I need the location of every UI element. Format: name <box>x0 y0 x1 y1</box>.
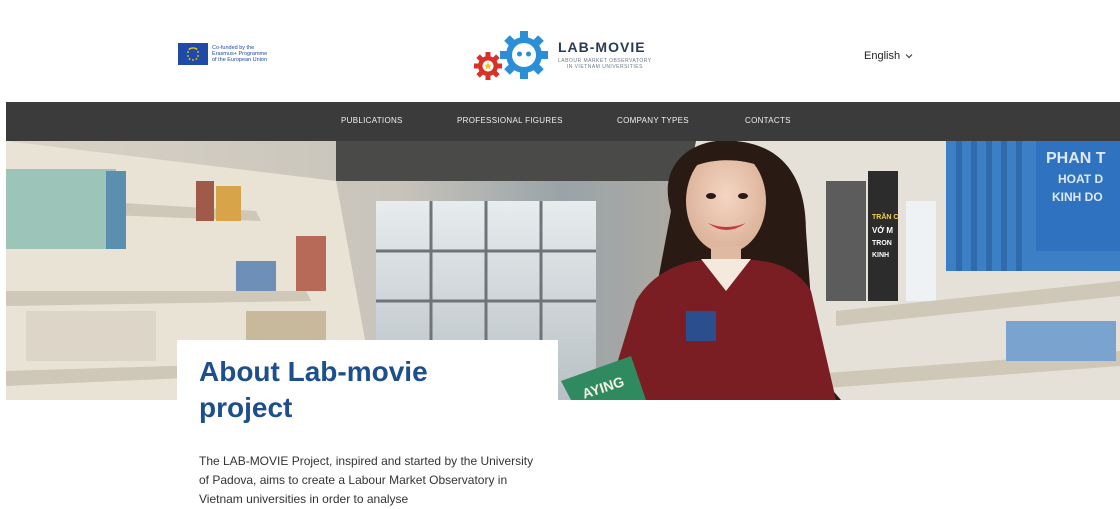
main-navigation: PUBLICATIONS PROFESSIONAL FIGURES COMPAN… <box>6 102 1120 141</box>
svg-text:HOAT D: HOAT D <box>1058 172 1103 186</box>
about-card: About Lab-movie project The LAB-MOVIE Pr… <box>177 340 558 506</box>
nav-item-publications[interactable]: PUBLICATIONS <box>341 116 403 125</box>
hero-image: PHAN T HOAT D KINH DO TRẦN C VỚ M TRON K… <box>6 141 1120 400</box>
book-cover-text: PHAN T <box>1046 150 1106 167</box>
eu-funding-text: Co-funded by the Erasmus+ Programme of t… <box>212 45 267 63</box>
eu-flag-icon <box>178 43 208 65</box>
library-student-photo: PHAN T HOAT D KINH DO TRẦN C VỚ M TRON K… <box>6 141 1120 400</box>
about-title: About Lab-movie project <box>199 356 428 423</box>
lab-movie-logo[interactable]: LAB-MOVIE LABOUR MARKET OBSERVATORY IN V… <box>472 28 652 86</box>
brand-subtitle: LABOUR MARKET OBSERVATORY IN VIETNAM UNI… <box>558 58 652 70</box>
svg-text:KINH: KINH <box>872 252 889 259</box>
nav-item-professional-figures[interactable]: PROFESSIONAL FIGURES <box>457 116 563 125</box>
gears-logo-icon <box>472 28 556 86</box>
eu-text-line3: of the European Union <box>212 57 268 63</box>
site-header: Co-funded by the Erasmus+ Programme of t… <box>0 0 1120 102</box>
brand-subtitle-line1: LABOUR MARKET OBSERVATORY <box>558 57 652 64</box>
svg-text:KINH DO: KINH DO <box>1052 190 1103 204</box>
eu-erasmus-logo: Co-funded by the Erasmus+ Programme of t… <box>178 43 267 65</box>
nav-item-company-types[interactable]: COMPANY TYPES <box>617 116 689 125</box>
language-label: English <box>864 50 901 62</box>
brand-subtitle-line2: IN VIETNAM UNIVERSITIES <box>566 63 643 70</box>
nav-item-contacts[interactable]: CONTACTS <box>745 116 791 125</box>
about-body-text: The LAB-MOVIE Project, inspired and star… <box>199 454 534 506</box>
brand-text: LAB-MOVIE LABOUR MARKET OBSERVATORY IN V… <box>558 39 652 70</box>
language-selector[interactable]: English <box>864 50 913 62</box>
chevron-down-icon <box>905 51 913 61</box>
svg-text:TRON: TRON <box>872 240 892 247</box>
brand-name: LAB-MOVIE <box>558 38 646 55</box>
svg-text:VỚ M: VỚ M <box>872 226 893 235</box>
